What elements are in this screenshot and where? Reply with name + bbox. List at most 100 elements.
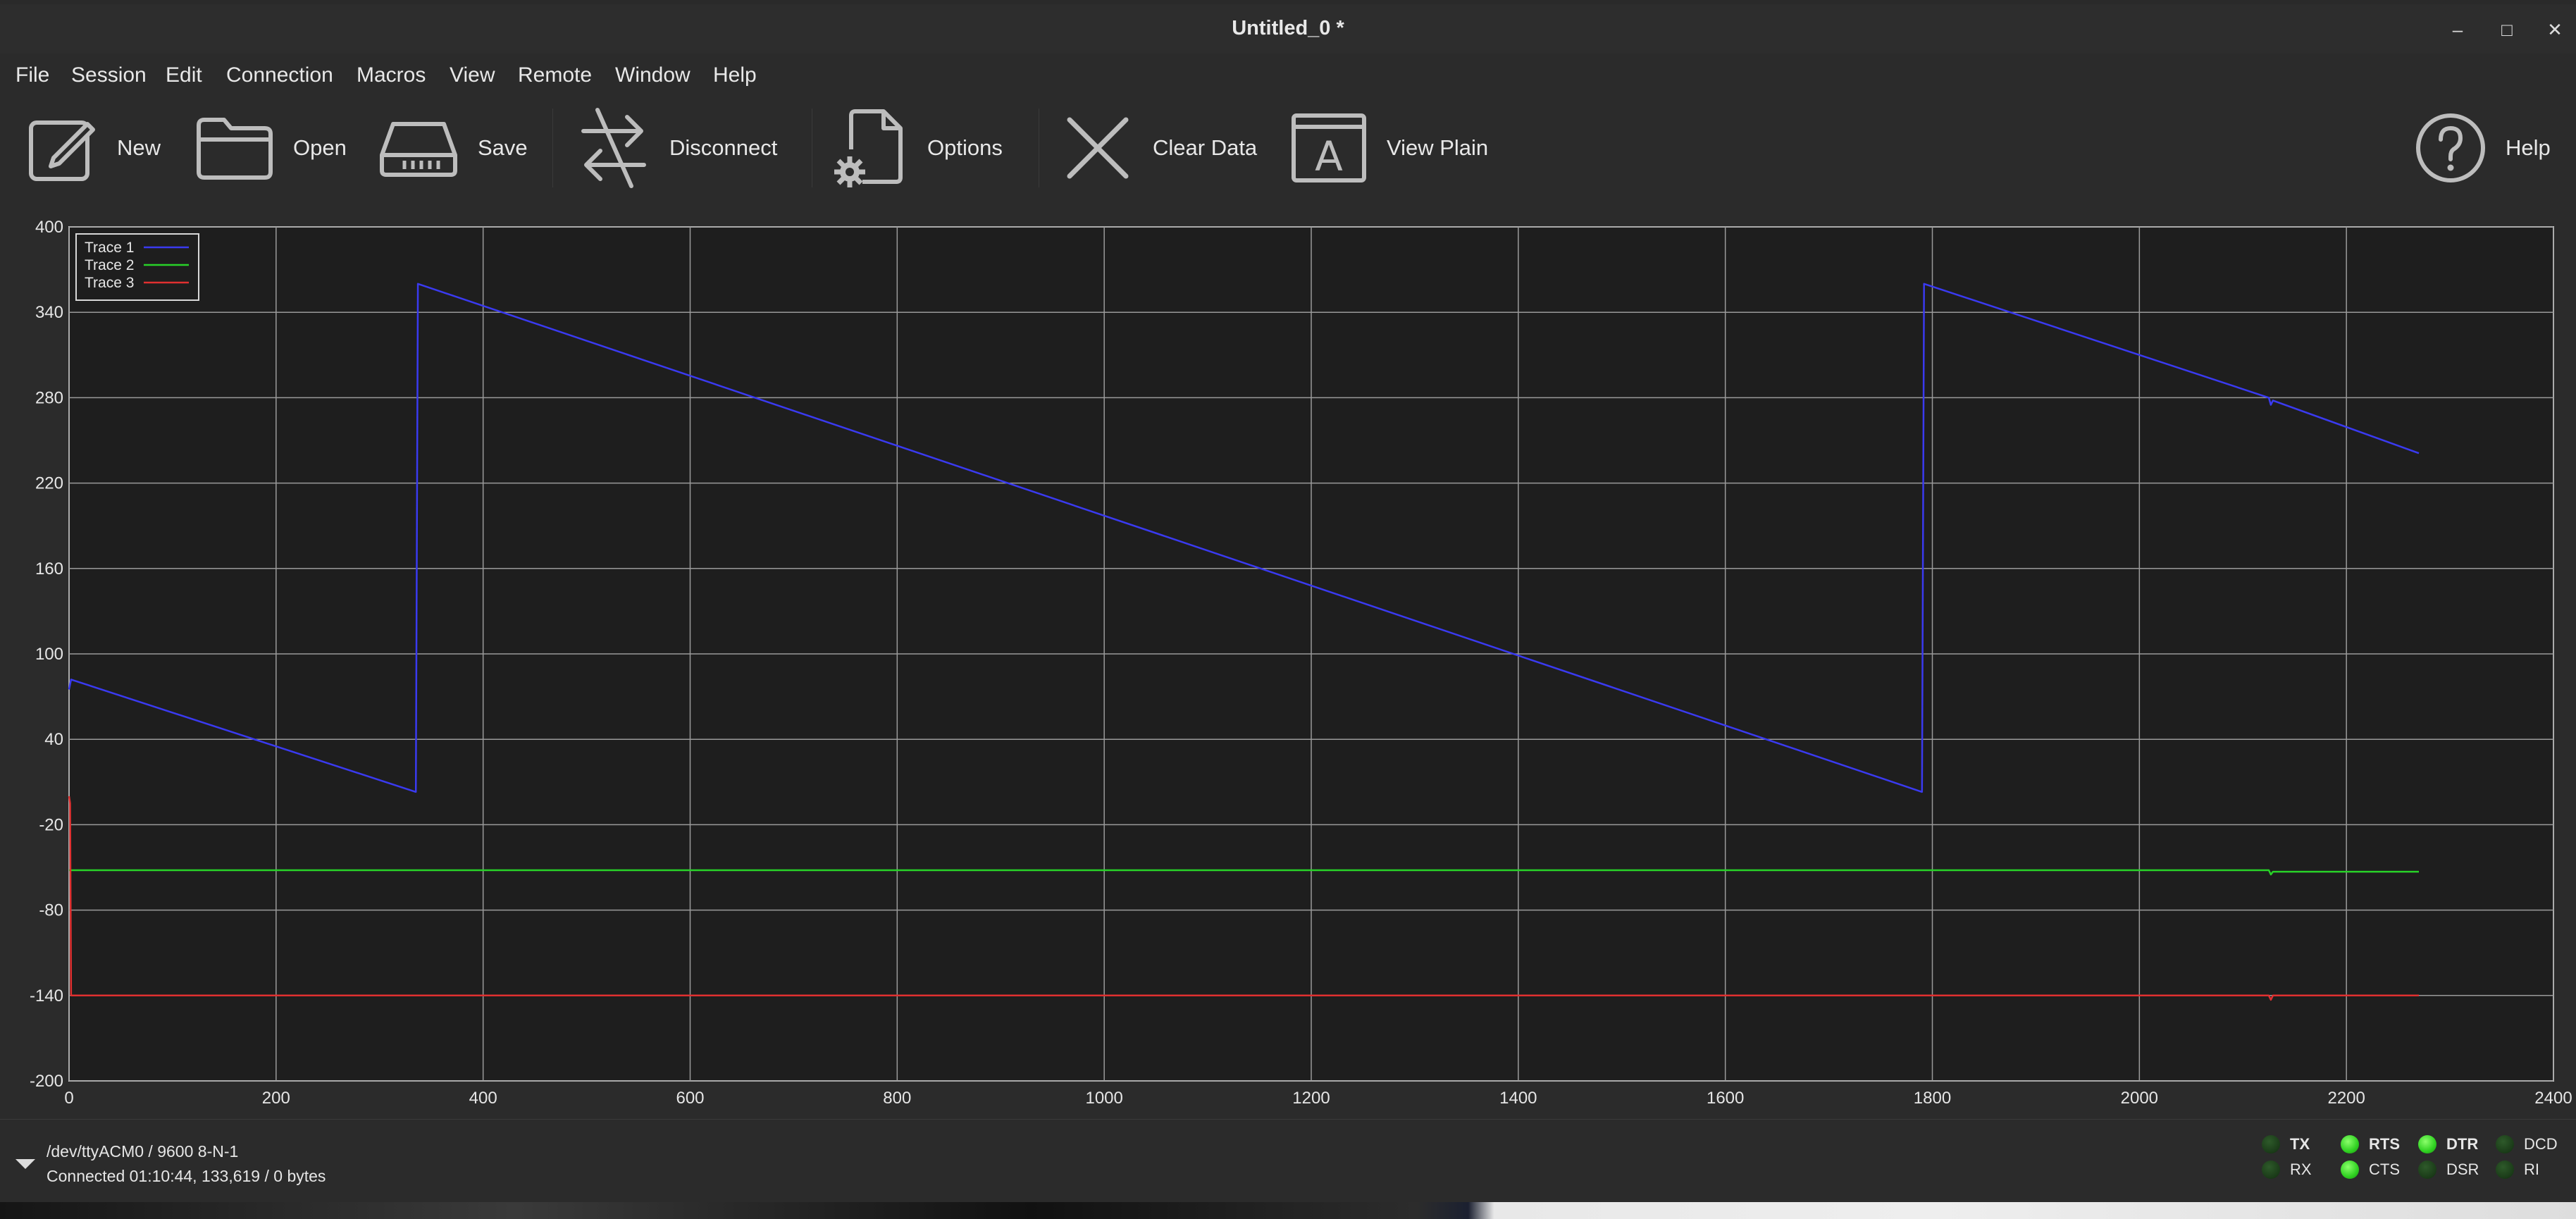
connection-status: Connected 01:10:44, 133,619 / 0 bytes [47, 1167, 326, 1185]
led-label: RX [2290, 1161, 2312, 1178]
y-tick-label: 400 [35, 218, 63, 237]
title-bar[interactable]: Untitled_0 * – □ ✕ [0, 4, 2576, 54]
view-plain-label: View Plain [1387, 135, 1489, 160]
y-tick-label: 340 [35, 303, 63, 322]
maximize-icon[interactable]: □ [2494, 17, 2520, 42]
x-tick-label: 600 [676, 1089, 704, 1108]
menu-help[interactable]: Help [713, 63, 757, 87]
led-dsr: DSR [2418, 1161, 2479, 1179]
options-label: Options [927, 135, 1003, 160]
help-button[interactable]: Help [2414, 100, 2551, 196]
x-tick-label: 800 [883, 1089, 911, 1108]
clear-data-label: Clear Data [1153, 135, 1258, 160]
led-indicator-icon [2496, 1161, 2514, 1179]
help-label: Help [2506, 135, 2551, 160]
toolbar-separator [552, 109, 553, 187]
svg-text:A: A [1315, 132, 1343, 180]
clear-icon [1067, 117, 1129, 179]
led-label: TX [2290, 1135, 2310, 1153]
disconnect-button[interactable]: Disconnect [576, 100, 777, 196]
led-indicator-icon [2341, 1161, 2359, 1179]
led-indicator-icon [2418, 1161, 2436, 1179]
folder-icon [197, 118, 273, 180]
legend-label: Trace 1 [85, 240, 134, 256]
new-label: New [117, 135, 161, 160]
menu-macros[interactable]: Macros [357, 63, 426, 87]
menu-view[interactable]: View [450, 63, 495, 87]
x-tick-label: 1200 [1292, 1089, 1330, 1108]
led-rts: RTS [2341, 1135, 2400, 1153]
led-cts: CTS [2341, 1161, 2400, 1179]
y-tick-label: 160 [35, 559, 63, 578]
y-tick-label: 100 [35, 645, 63, 664]
led-indicator-icon [2496, 1135, 2514, 1153]
led-label: RI [2524, 1161, 2539, 1178]
legend-label: Trace 2 [85, 257, 134, 273]
x-tick-label: 400 [469, 1089, 497, 1108]
save-button[interactable]: Save [378, 100, 528, 196]
port-settings: /dev/ttyACM0 / 9600 8-N-1 [47, 1142, 239, 1161]
y-tick-label: -20 [39, 815, 63, 834]
open-button[interactable]: Open [194, 100, 347, 196]
x-tick-label: 2200 [2327, 1089, 2365, 1108]
x-tick-label: 2400 [2534, 1089, 2572, 1108]
menu-bar: File Session Edit Connection Macros View… [0, 54, 2576, 100]
led-indicator-icon [2341, 1135, 2359, 1153]
y-tick-label: -200 [30, 1072, 63, 1091]
trace-plot[interactable]: 0 200 400 600 800 1000 1200 1400 1600 1800 2000 220… [0, 196, 2576, 1119]
x-tick-label: 2000 [2121, 1089, 2158, 1108]
new-button[interactable]: New [25, 100, 161, 196]
led-label: DCD [2524, 1135, 2558, 1153]
led-rx: RX [2262, 1161, 2312, 1179]
open-label: Open [293, 135, 347, 160]
x-tick-label: 0 [64, 1089, 73, 1108]
save-label: Save [478, 135, 528, 160]
menu-file[interactable]: File [16, 63, 49, 87]
new-icon [29, 120, 95, 181]
plot-panel: 0 200 400 600 800 1000 1200 1400 1600 1800 2000 220… [0, 196, 2576, 1119]
app-window: Untitled_0 * – □ ✕ File Session Edit Con… [0, 4, 2576, 1203]
toolbar: New Open Save Disconnect Options Clear D… [0, 100, 2576, 197]
clear-data-button[interactable]: Clear Data [1061, 100, 1257, 196]
view-plain-button[interactable]: A View Plain [1289, 100, 1488, 196]
disconnect-icon [581, 108, 646, 188]
status-bar: /dev/ttyACM0 / 9600 8-N-1 Connected 01:1… [0, 1119, 2576, 1203]
led-tx: TX [2262, 1135, 2310, 1153]
text-mode-icon: A [1292, 113, 1366, 182]
led-label: DSR [2446, 1161, 2479, 1178]
led-indicator-icon [2418, 1135, 2436, 1153]
options-button[interactable]: Options [831, 100, 1003, 196]
document-gear-icon [834, 109, 903, 187]
menu-window[interactable]: Window [615, 63, 691, 87]
y-tick-label: 40 [44, 730, 63, 749]
y-tick-label: 280 [35, 388, 63, 407]
close-icon[interactable]: ✕ [2542, 17, 2568, 42]
led-label: DTR [2446, 1135, 2479, 1153]
led-dcd: DCD [2496, 1135, 2558, 1153]
window-title: Untitled_0 * [1232, 17, 1344, 39]
plot-legend: Trace 1Trace 2 Trace 3 [75, 233, 199, 301]
x-tick-label: 1800 [1914, 1089, 1951, 1108]
menu-remote[interactable]: Remote [518, 63, 592, 87]
x-tick-label: 1000 [1085, 1089, 1122, 1108]
drive-icon [380, 122, 457, 177]
menu-connection[interactable]: Connection [226, 63, 333, 87]
y-tick-label: -80 [39, 901, 63, 920]
help-icon [2416, 113, 2485, 182]
y-tick-label: 220 [35, 474, 63, 493]
x-tick-label: 200 [262, 1089, 290, 1108]
desktop-background-bottom [0, 1202, 2576, 1219]
x-tick-label: 1400 [1499, 1089, 1537, 1108]
led-indicator-icon [2262, 1135, 2280, 1153]
minimize-icon[interactable]: – [2445, 17, 2470, 42]
legend-label: Trace 3 [85, 275, 134, 291]
led-label: RTS [2369, 1135, 2400, 1153]
y-tick-label: -140 [30, 986, 63, 1005]
disconnect-label: Disconnect [669, 135, 778, 160]
menu-session[interactable]: Session [71, 63, 147, 87]
menu-edit[interactable]: Edit [166, 63, 202, 87]
led-dtr: DTR [2418, 1135, 2478, 1153]
collapse-arrow-icon[interactable] [16, 1159, 35, 1169]
led-label: CTS [2369, 1161, 2400, 1178]
x-tick-label: 1600 [1707, 1089, 1744, 1108]
